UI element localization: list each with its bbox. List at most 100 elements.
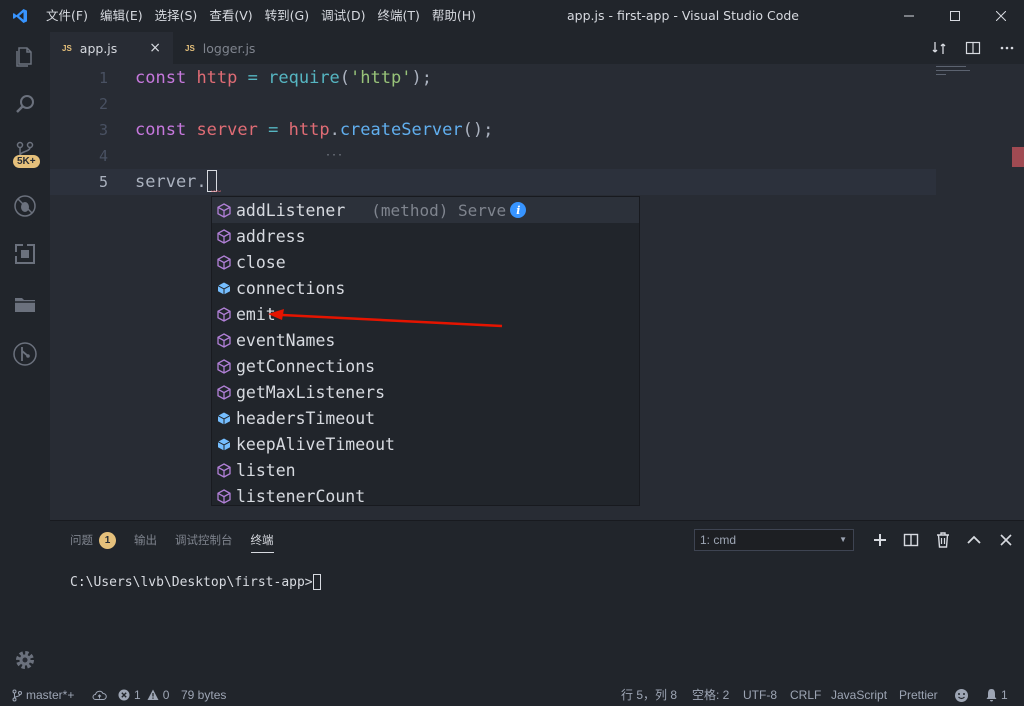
suggestion-label: eventNames <box>236 330 336 350</box>
minimize-icon <box>904 15 914 17</box>
notifications-button[interactable]: 1 <box>985 684 1008 706</box>
tab-terminal[interactable]: 终端 <box>250 521 274 559</box>
property-icon <box>212 437 236 452</box>
tab-app-js[interactable]: JS app.js × <box>50 32 173 64</box>
error-scroll-marker <box>1012 147 1024 167</box>
suggestion-item[interactable]: getConnections <box>212 353 639 379</box>
info-icon[interactable]: i <box>510 202 527 218</box>
sync-button[interactable] <box>92 684 107 706</box>
suggestion-label: connections <box>236 278 346 298</box>
split-editor-icon <box>965 41 981 55</box>
source-control-badge: 5K+ <box>13 155 40 168</box>
method-icon <box>212 228 236 244</box>
search-button[interactable] <box>0 80 50 128</box>
method-icon <box>212 332 236 348</box>
suggest-widget: addListener (method) Server.addL…i address… <box>211 196 640 506</box>
debug-button[interactable] <box>0 182 50 230</box>
tab-debug-console[interactable]: 调试控制台 <box>175 521 233 559</box>
problems-status[interactable]: 1 0 <box>118 684 169 706</box>
minimize-button[interactable] <box>886 0 932 32</box>
line-number: 4 <box>98 147 108 165</box>
method-icon <box>212 358 236 374</box>
maximize-button[interactable] <box>932 0 978 32</box>
status-bar: master*+ 1 0 79 bytes 行 5，列 8 空格: 2 UTF-… <box>0 684 1024 706</box>
maximize-panel-button[interactable] <box>959 521 991 559</box>
suggestion-item[interactable]: keepAliveTimeout <box>212 431 639 457</box>
menu-bar: 文件(F) 编辑(E) 选择(S) 查看(V) 转到(G) 调试(D) 终端(T… <box>40 0 482 32</box>
folder-button[interactable] <box>0 280 50 328</box>
prettier-status[interactable]: Prettier <box>899 684 938 706</box>
extensions-button[interactable] <box>0 230 50 278</box>
menu-file[interactable]: 文件(F) <box>40 0 94 32</box>
suggestion-item[interactable]: address <box>212 223 639 249</box>
feedback-button[interactable] <box>954 684 969 706</box>
split-terminal-button[interactable] <box>896 521 928 559</box>
bell-icon <box>986 689 997 702</box>
cursor-position[interactable]: 行 5，列 8 <box>621 684 677 706</box>
menu-selection[interactable]: 选择(S) <box>149 0 204 32</box>
activity-bar: 5K+ <box>0 32 50 684</box>
title-bar: 文件(F) 编辑(E) 选择(S) 查看(V) 转到(G) 调试(D) 终端(T… <box>0 0 1024 32</box>
branch-status[interactable]: master*+ <box>12 684 74 706</box>
suggestion-item[interactable]: getMaxListeners <box>212 379 639 405</box>
tab-close-button[interactable]: × <box>149 40 161 56</box>
code-line: 3 const server = http.createServer(); <box>50 117 936 143</box>
method-icon <box>212 254 236 270</box>
code-line: 4 <box>50 143 936 169</box>
line-number: 3 <box>98 121 108 139</box>
suggestion-item[interactable]: listenerCount <box>212 483 639 509</box>
suggestion-item[interactable]: listen <box>212 457 639 483</box>
method-icon <box>212 462 236 478</box>
property-icon <box>212 411 236 426</box>
gear-icon <box>16 651 34 669</box>
suggestion-item[interactable]: close <box>212 249 639 275</box>
close-icon <box>1000 534 1012 546</box>
code-text: const server = http.createServer(); <box>135 120 494 140</box>
window-controls <box>886 0 1024 32</box>
tab-logger-js[interactable]: JS logger.js <box>173 32 283 64</box>
eol-status[interactable]: CRLF <box>790 684 821 706</box>
tab-label: logger.js <box>202 40 256 56</box>
more-actions-button[interactable] <box>990 32 1024 64</box>
language-mode[interactable]: JavaScript <box>831 684 887 706</box>
new-terminal-button[interactable] <box>864 521 896 559</box>
smiley-icon <box>955 688 968 702</box>
close-panel-button[interactable] <box>990 521 1022 559</box>
minimap[interactable] <box>936 64 976 84</box>
suggestion-label: listenerCount <box>236 486 366 506</box>
encoding-status[interactable]: UTF-8 <box>743 684 777 706</box>
maximize-icon <box>950 11 960 21</box>
suggestion-item[interactable]: headersTimeout <box>212 405 639 431</box>
menu-edit[interactable]: 编辑(E) <box>94 0 149 32</box>
settings-button[interactable] <box>0 636 50 684</box>
terminal-select[interactable]: 1: cmd ▼ <box>694 529 854 551</box>
extensions-icon <box>14 243 35 264</box>
open-changes-button[interactable] <box>922 32 956 64</box>
close-window-button[interactable] <box>978 0 1024 32</box>
menu-help[interactable]: 帮助(H) <box>426 0 482 32</box>
menu-terminal[interactable]: 终端(T) <box>371 0 425 32</box>
menu-debug[interactable]: 调试(D) <box>315 0 371 32</box>
split-editor-button[interactable] <box>956 32 990 64</box>
menu-view[interactable]: 查看(V) <box>203 0 258 32</box>
suggestion-label: getMaxListeners <box>236 382 386 402</box>
source-control-button[interactable] <box>0 128 50 176</box>
js-file-icon: JS <box>62 43 72 53</box>
tab-output[interactable]: 输出 <box>134 521 157 559</box>
tab-problems[interactable]: 问题 1 <box>70 521 116 559</box>
property-icon <box>212 281 236 296</box>
suggestion-label: address <box>236 226 306 246</box>
editor-tabs: JS app.js × JS logger.js <box>50 32 1024 64</box>
menu-go[interactable]: 转到(G) <box>259 0 315 32</box>
terminal-output[interactable]: C:\Users\lvb\Desktop\first-app> <box>70 573 321 590</box>
bottom-panel: 问题 1 输出 调试控制台 终端 1: cmd ▼ C:\Users\lvb\D… <box>50 520 1024 684</box>
suggestion-item[interactable]: connections <box>212 275 639 301</box>
indentation-status[interactable]: 空格: 2 <box>692 684 729 706</box>
close-icon <box>996 11 1006 21</box>
git-graph-button[interactable] <box>0 330 50 378</box>
search-icon <box>16 95 34 113</box>
explorer-button[interactable] <box>0 32 50 80</box>
kill-terminal-button[interactable] <box>927 521 959 559</box>
suggestion-item[interactable]: addListener (method) Server.addL…i <box>212 197 639 223</box>
ellipsis-icon <box>1000 46 1014 50</box>
